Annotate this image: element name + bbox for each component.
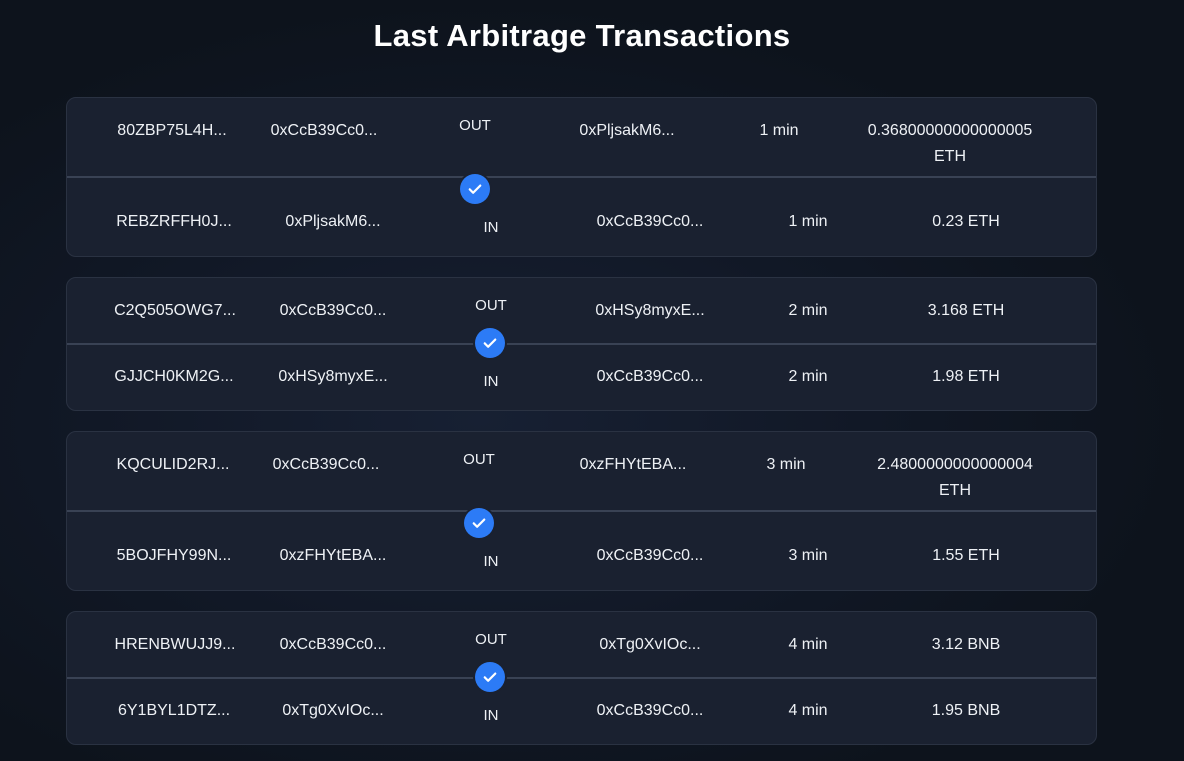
in-to-address[interactable]: 0xCcB39Cc0... — [597, 543, 704, 569]
row-divider — [67, 510, 1096, 512]
in-from-address[interactable]: 0xTg0XvIOc... — [282, 698, 383, 724]
in-tx-id[interactable]: 6Y1BYL1DTZ... — [118, 698, 230, 724]
check-circle-icon — [475, 328, 505, 358]
out-direction: OUT — [463, 451, 495, 468]
in-tx-id[interactable]: GJJCH0KM2G... — [114, 364, 233, 390]
in-to-address[interactable]: 0xCcB39Cc0... — [597, 364, 704, 390]
out-tx-id[interactable]: C2Q505OWG7... — [114, 298, 236, 324]
in-to-address[interactable]: 0xCcB39Cc0... — [597, 698, 704, 724]
in-from-address[interactable]: 0xzFHYtEBA... — [280, 543, 387, 569]
in-time: 4 min — [788, 702, 828, 719]
out-time: 4 min — [788, 636, 828, 653]
in-to-address[interactable]: 0xCcB39Cc0... — [597, 209, 704, 235]
in-direction: IN — [483, 553, 499, 570]
in-direction: IN — [483, 219, 499, 236]
out-tx-id[interactable]: 80ZBP75L4H... — [117, 118, 226, 144]
in-from-address[interactable]: 0xPljsakM6... — [285, 209, 380, 235]
transaction-card[interactable]: HRENBWUJJ9... 0xCcB39Cc0... OUT 0xTg0XvI… — [66, 611, 1097, 745]
out-direction: OUT — [459, 117, 491, 134]
row-divider — [67, 677, 1096, 679]
in-from-address[interactable]: 0xHSy8myxE... — [278, 364, 387, 390]
out-amount: 0.36800000000000005 ETH — [867, 122, 1033, 165]
out-time: 2 min — [788, 302, 828, 319]
row-divider — [67, 176, 1096, 178]
out-to-address[interactable]: 0xHSy8myxE... — [595, 298, 704, 324]
in-direction: IN — [483, 707, 499, 724]
in-amount: 0.23 ETH — [932, 213, 1000, 230]
row-divider — [67, 343, 1096, 345]
out-tx-id[interactable]: HRENBWUJJ9... — [115, 632, 236, 658]
check-circle-icon — [464, 508, 494, 538]
out-to-address[interactable]: 0xTg0XvIOc... — [599, 632, 700, 658]
out-time: 1 min — [759, 122, 799, 139]
page-title: Last Arbitrage Transactions — [373, 18, 791, 53]
out-time: 3 min — [766, 456, 806, 473]
in-amount: 1.98 ETH — [932, 368, 1000, 385]
in-amount: 1.55 ETH — [932, 547, 1000, 564]
in-direction: IN — [483, 373, 499, 390]
out-direction: OUT — [475, 297, 507, 314]
out-to-address[interactable]: 0xPljsakM6... — [579, 118, 674, 144]
in-time: 3 min — [788, 547, 828, 564]
in-tx-id[interactable]: REBZRFFH0J... — [116, 209, 232, 235]
out-from-address[interactable]: 0xCcB39Cc0... — [271, 118, 378, 144]
check-circle-icon — [475, 662, 505, 692]
out-to-address[interactable]: 0xzFHYtEBA... — [580, 452, 687, 478]
page: Last Arbitrage Transactions 80ZBP75L4H..… — [0, 0, 1184, 761]
check-circle-icon — [460, 174, 490, 204]
in-time: 2 min — [788, 368, 828, 385]
out-from-address[interactable]: 0xCcB39Cc0... — [280, 632, 387, 658]
transaction-card[interactable]: C2Q505OWG7... 0xCcB39Cc0... OUT 0xHSy8my… — [66, 277, 1097, 411]
in-amount: 1.95 BNB — [931, 702, 1001, 719]
out-amount: 3.12 BNB — [931, 636, 1001, 653]
out-direction: OUT — [475, 631, 507, 648]
transaction-card[interactable]: 80ZBP75L4H... 0xCcB39Cc0... OUT 0xPljsak… — [66, 97, 1097, 257]
in-time: 1 min — [788, 213, 828, 230]
out-tx-id[interactable]: KQCULID2RJ... — [117, 452, 230, 478]
transaction-card[interactable]: KQCULID2RJ... 0xCcB39Cc0... OUT 0xzFHYtE… — [66, 431, 1097, 591]
in-tx-id[interactable]: 5BOJFHY99N... — [117, 543, 232, 569]
out-from-address[interactable]: 0xCcB39Cc0... — [273, 452, 380, 478]
out-amount: 2.4800000000000004 ETH — [877, 456, 1033, 499]
out-amount: 3.168 ETH — [927, 302, 1005, 319]
out-from-address[interactable]: 0xCcB39Cc0... — [280, 298, 387, 324]
